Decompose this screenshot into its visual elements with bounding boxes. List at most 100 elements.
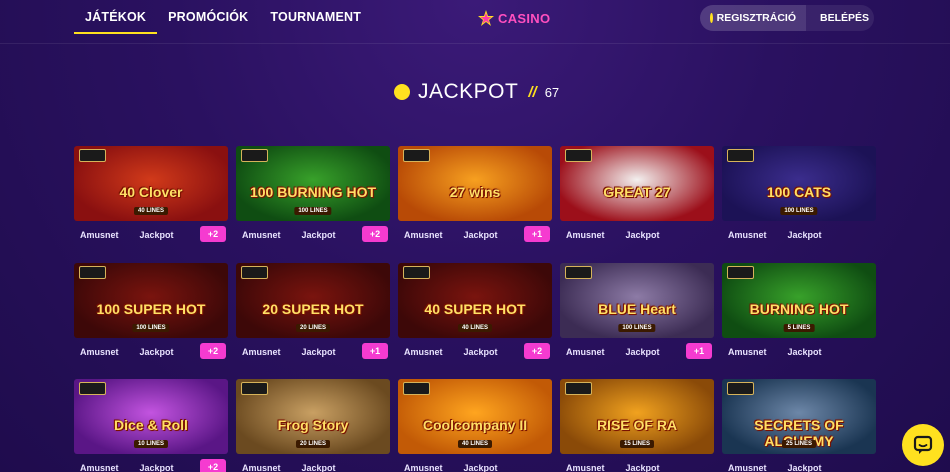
game-thumbnail[interactable]: 100 CATS 100 LINES (722, 146, 876, 221)
tab-promotions[interactable]: PROMÓCIÓK (157, 0, 259, 34)
jackpot-cards-icon (727, 382, 754, 395)
game-thumbnail[interactable]: Dice & Roll 10 LINES (74, 379, 228, 454)
game-thumbnail[interactable]: BURNING HOT 5 LINES (722, 263, 876, 338)
provider-tag[interactable]: Amusnet (728, 230, 767, 240)
game-thumbnail[interactable]: 27 wins (398, 146, 552, 221)
more-tags-badge[interactable]: +2 (362, 226, 388, 242)
provider-tag[interactable]: Amusnet (404, 347, 443, 357)
game-card[interactable]: 40 SUPER HOT 40 LINES Amusnet Jackpot +2 (398, 263, 552, 361)
game-thumbnail[interactable]: 100 SUPER HOT 100 LINES (74, 263, 228, 338)
game-card[interactable]: 40 Clover 40 LINES Amusnet Jackpot +2 (74, 146, 228, 244)
category-tag[interactable]: Jackpot (788, 230, 822, 240)
chat-bubble-icon (913, 435, 933, 454)
game-title: 20 SUPER HOT (262, 301, 364, 317)
game-thumbnail[interactable]: Frog Story 20 LINES (236, 379, 390, 454)
game-lines: 40 LINES (457, 324, 493, 332)
more-tags-badge[interactable]: +1 (362, 343, 388, 359)
more-tags-badge[interactable]: +2 (524, 343, 550, 359)
category-tag[interactable]: Jackpot (140, 230, 174, 240)
game-card[interactable]: 100 SUPER HOT 100 LINES Amusnet Jackpot +2 (74, 263, 228, 361)
game-lines: 100 LINES (132, 324, 170, 332)
more-tags-badge[interactable]: +2 (200, 343, 226, 359)
login-button[interactable]: BELÉPÉS (806, 5, 879, 31)
jackpot-cards-icon (241, 382, 268, 395)
game-thumbnail[interactable]: Coolcompany II 40 LINES (398, 379, 552, 454)
game-thumbnail[interactable]: BLUE Heart 100 LINES (560, 263, 714, 338)
game-card[interactable]: RISE OF RA 15 LINES Amusnet Jackpot (560, 379, 714, 472)
more-tags-badge[interactable]: +2 (200, 459, 226, 472)
category-tag[interactable]: Jackpot (464, 230, 498, 240)
more-tags-badge[interactable]: +1 (524, 226, 550, 242)
jackpot-cards-icon (79, 149, 106, 162)
jackpot-cards-icon (727, 149, 754, 162)
more-tags-badge[interactable]: +1 (686, 343, 712, 359)
game-lines: 5 LINES (783, 324, 815, 332)
game-thumbnail[interactable]: SECRETS OF ALCHEMY25 LINES (722, 379, 876, 454)
category-tag[interactable]: Jackpot (788, 463, 822, 472)
game-thumbnail[interactable]: GREAT 27 (560, 146, 714, 221)
category-tag[interactable]: Jackpot (626, 347, 660, 357)
game-card[interactable]: BLUE Heart 100 LINES Amusnet Jackpot +1 (560, 263, 714, 361)
category-tag[interactable]: Jackpot (626, 230, 660, 240)
game-card[interactable]: BURNING HOT 5 LINES Amusnet Jackpot (722, 263, 876, 361)
game-meta: Amusnet Jackpot (560, 226, 714, 244)
register-button[interactable]: REGISZTRÁCIÓ (700, 5, 806, 31)
game-thumbnail[interactable]: 40 Clover 40 LINES (74, 146, 228, 221)
game-title: RISE OF RA (596, 417, 678, 433)
category-tag[interactable]: Jackpot (302, 230, 336, 240)
provider-tag[interactable]: Amusnet (728, 347, 767, 357)
category-tag[interactable]: Jackpot (626, 463, 660, 472)
game-meta: Amusnet Jackpot +2 (398, 343, 552, 361)
provider-tag[interactable]: Amusnet (242, 230, 281, 240)
category-tag[interactable]: Jackpot (464, 463, 498, 472)
game-meta: Amusnet Jackpot (236, 459, 390, 472)
jackpot-cards-icon (241, 149, 268, 162)
game-title: Frog Story (277, 417, 349, 433)
game-card[interactable]: Dice & Roll 10 LINES Amusnet Jackpot +2 (74, 379, 228, 472)
provider-tag[interactable]: Amusnet (566, 463, 605, 472)
game-title: BLUE Heart (598, 301, 676, 317)
game-thumbnail[interactable]: RISE OF RA 15 LINES (560, 379, 714, 454)
game-card[interactable]: 100 CATS 100 LINES Amusnet Jackpot (722, 146, 876, 244)
provider-tag[interactable]: Amusnet (80, 463, 119, 472)
provider-tag[interactable]: Amusnet (80, 230, 119, 240)
game-card[interactable]: SECRETS OF ALCHEMY25 LINES Amusnet Jackpot (722, 379, 876, 472)
game-thumbnail[interactable]: 100 BURNING HOT 100 LINES (236, 146, 390, 221)
main-nav: JÁTÉKOK PROMÓCIÓK TOURNAMENT (74, 0, 372, 34)
game-thumbnail[interactable]: 40 SUPER HOT 40 LINES (398, 263, 552, 338)
chat-button[interactable] (902, 424, 944, 466)
provider-tag[interactable]: Amusnet (404, 230, 443, 240)
auth-controls: REGISZTRÁCIÓ BELÉPÉS (700, 5, 874, 31)
game-meta: Amusnet Jackpot +1 (398, 226, 552, 244)
game-thumbnail[interactable]: 20 SUPER HOT 20 LINES (236, 263, 390, 338)
provider-tag[interactable]: Amusnet (404, 463, 443, 472)
provider-tag[interactable]: Amusnet (80, 347, 119, 357)
provider-tag[interactable]: Amusnet (242, 347, 281, 357)
game-meta: Amusnet Jackpot +2 (236, 226, 390, 244)
tab-games[interactable]: JÁTÉKOK (74, 0, 158, 34)
game-title: Dice & Roll (114, 417, 188, 433)
casino-logo[interactable]: CASINO (477, 9, 550, 27)
category-tag[interactable]: Jackpot (302, 463, 336, 472)
category-tag[interactable]: Jackpot (464, 347, 498, 357)
jackpot-cards-icon (241, 266, 268, 279)
category-tag[interactable]: Jackpot (788, 347, 822, 357)
provider-tag[interactable]: Amusnet (566, 230, 605, 240)
provider-tag[interactable]: Amusnet (566, 347, 605, 357)
more-tags-badge[interactable]: +2 (200, 226, 226, 242)
provider-tag[interactable]: Amusnet (728, 463, 767, 472)
provider-tag[interactable]: Amusnet (242, 463, 281, 472)
game-card[interactable]: 20 SUPER HOT 20 LINES Amusnet Jackpot +1 (236, 263, 390, 361)
tab-tournament[interactable]: TOURNAMENT (259, 0, 372, 34)
logo-text: CASINO (498, 10, 551, 26)
game-card[interactable]: Frog Story 20 LINES Amusnet Jackpot (236, 379, 390, 472)
game-card[interactable]: 27 wins Amusnet Jackpot +1 (398, 146, 552, 244)
game-card[interactable]: Coolcompany II 40 LINES Amusnet Jackpot (398, 379, 552, 472)
game-card[interactable]: GREAT 27 Amusnet Jackpot (560, 146, 714, 244)
game-card[interactable]: 100 BURNING HOT 100 LINES Amusnet Jackpot +2 (236, 146, 390, 244)
game-meta: Amusnet Jackpot (722, 459, 876, 472)
category-tag[interactable]: Jackpot (302, 347, 336, 357)
category-tag[interactable]: Jackpot (140, 463, 174, 472)
game-title: 40 Clover (119, 184, 183, 200)
category-tag[interactable]: Jackpot (140, 347, 174, 357)
